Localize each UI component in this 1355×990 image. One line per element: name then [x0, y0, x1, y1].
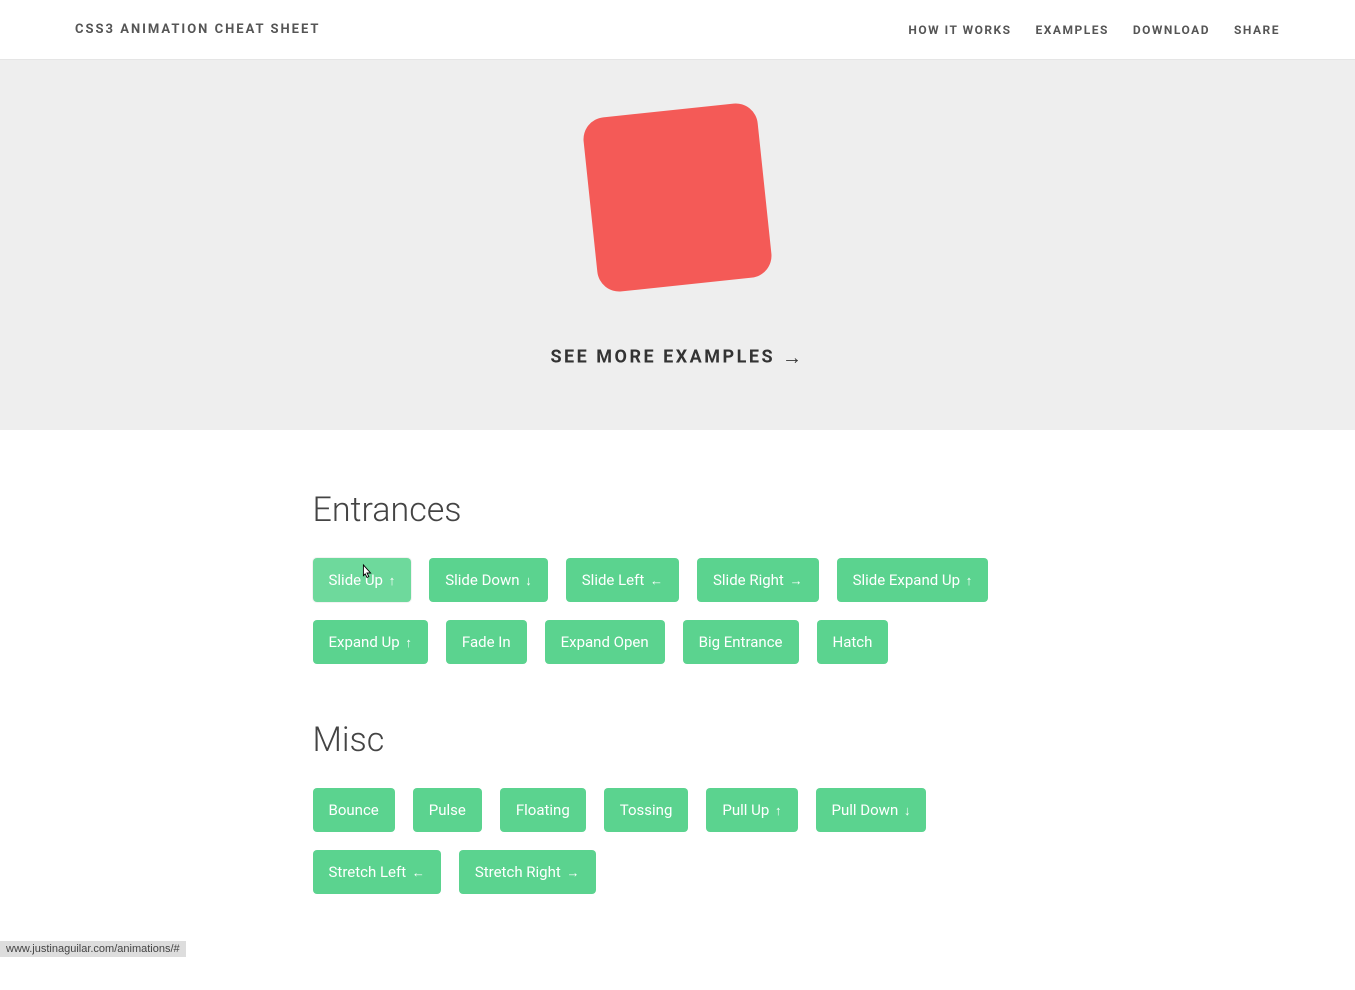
nav-examples[interactable]: EXAMPLES: [1036, 23, 1109, 37]
arrow-up-icon: ↑: [405, 636, 412, 651]
bounce-button[interactable]: Bounce: [313, 788, 395, 832]
floating-button[interactable]: Floating: [500, 788, 586, 832]
arrow-up-icon: ↑: [389, 574, 396, 589]
big-entrance-button[interactable]: Big Entrance: [683, 620, 799, 664]
slide-down-button[interactable]: Slide Down ↓: [429, 558, 548, 602]
arrow-up-icon: ↑: [966, 574, 973, 589]
arrow-left-icon: ←: [412, 866, 425, 881]
main-nav: HOW IT WORKS EXAMPLES DOWNLOAD SHARE: [908, 23, 1280, 37]
arrow-right-icon: →: [782, 345, 805, 369]
see-more-examples-link[interactable]: SEE MORE EXAMPLES →: [550, 345, 804, 370]
slide-expand-up-button[interactable]: Slide Expand Up ↑: [837, 558, 989, 602]
misc-heading: Misc: [313, 720, 1043, 760]
arrow-left-icon: ←: [650, 574, 663, 589]
entrances-heading: Entrances: [313, 490, 1043, 530]
pull-up-button[interactable]: Pull Up ↑: [706, 788, 797, 832]
stretch-right-button[interactable]: Stretch Right →: [459, 850, 596, 894]
tossing-button[interactable]: Tossing: [604, 788, 689, 832]
pull-down-button[interactable]: Pull Down ↓: [816, 788, 927, 832]
hatch-button[interactable]: Hatch: [817, 620, 889, 664]
slide-up-button[interactable]: Slide Up ↑: [313, 558, 412, 602]
entrances-buttons: Slide Up ↑ Slide Down ↓ Slide Left ← Sli…: [313, 558, 1043, 664]
arrow-down-icon: ↓: [904, 804, 911, 819]
hero-section: SEE MORE EXAMPLES →: [0, 60, 1355, 430]
fade-in-button[interactable]: Fade In: [446, 620, 527, 664]
nav-download[interactable]: DOWNLOAD: [1133, 23, 1210, 37]
header: CSS3 ANIMATION CHEAT SHEET HOW IT WORKS …: [0, 0, 1355, 60]
arrow-right-icon: →: [790, 574, 803, 589]
stretch-left-button[interactable]: Stretch Left ←: [313, 850, 441, 894]
slide-left-button[interactable]: Slide Left ←: [566, 558, 679, 602]
status-bar: www.justinaguilar.com/animations/#: [0, 941, 186, 957]
pulse-button[interactable]: Pulse: [413, 788, 482, 832]
animation-demo-box: [581, 101, 773, 293]
nav-share[interactable]: SHARE: [1234, 23, 1280, 37]
expand-up-button[interactable]: Expand Up ↑: [313, 620, 428, 664]
arrow-up-icon: ↑: [775, 804, 782, 819]
slide-right-button[interactable]: Slide Right →: [697, 558, 819, 602]
see-more-label: SEE MORE EXAMPLES: [550, 346, 775, 367]
expand-open-button[interactable]: Expand Open: [545, 620, 665, 664]
arrow-down-icon: ↓: [525, 574, 532, 589]
page-title: CSS3 ANIMATION CHEAT SHEET: [75, 22, 320, 37]
content: Entrances Slide Up ↑ Slide Down ↓ Slide …: [293, 430, 1063, 990]
arrow-right-icon: →: [567, 866, 580, 881]
misc-buttons: Bounce Pulse Floating Tossing Pull Up ↑ …: [313, 788, 1043, 894]
nav-how-it-works[interactable]: HOW IT WORKS: [908, 23, 1011, 37]
